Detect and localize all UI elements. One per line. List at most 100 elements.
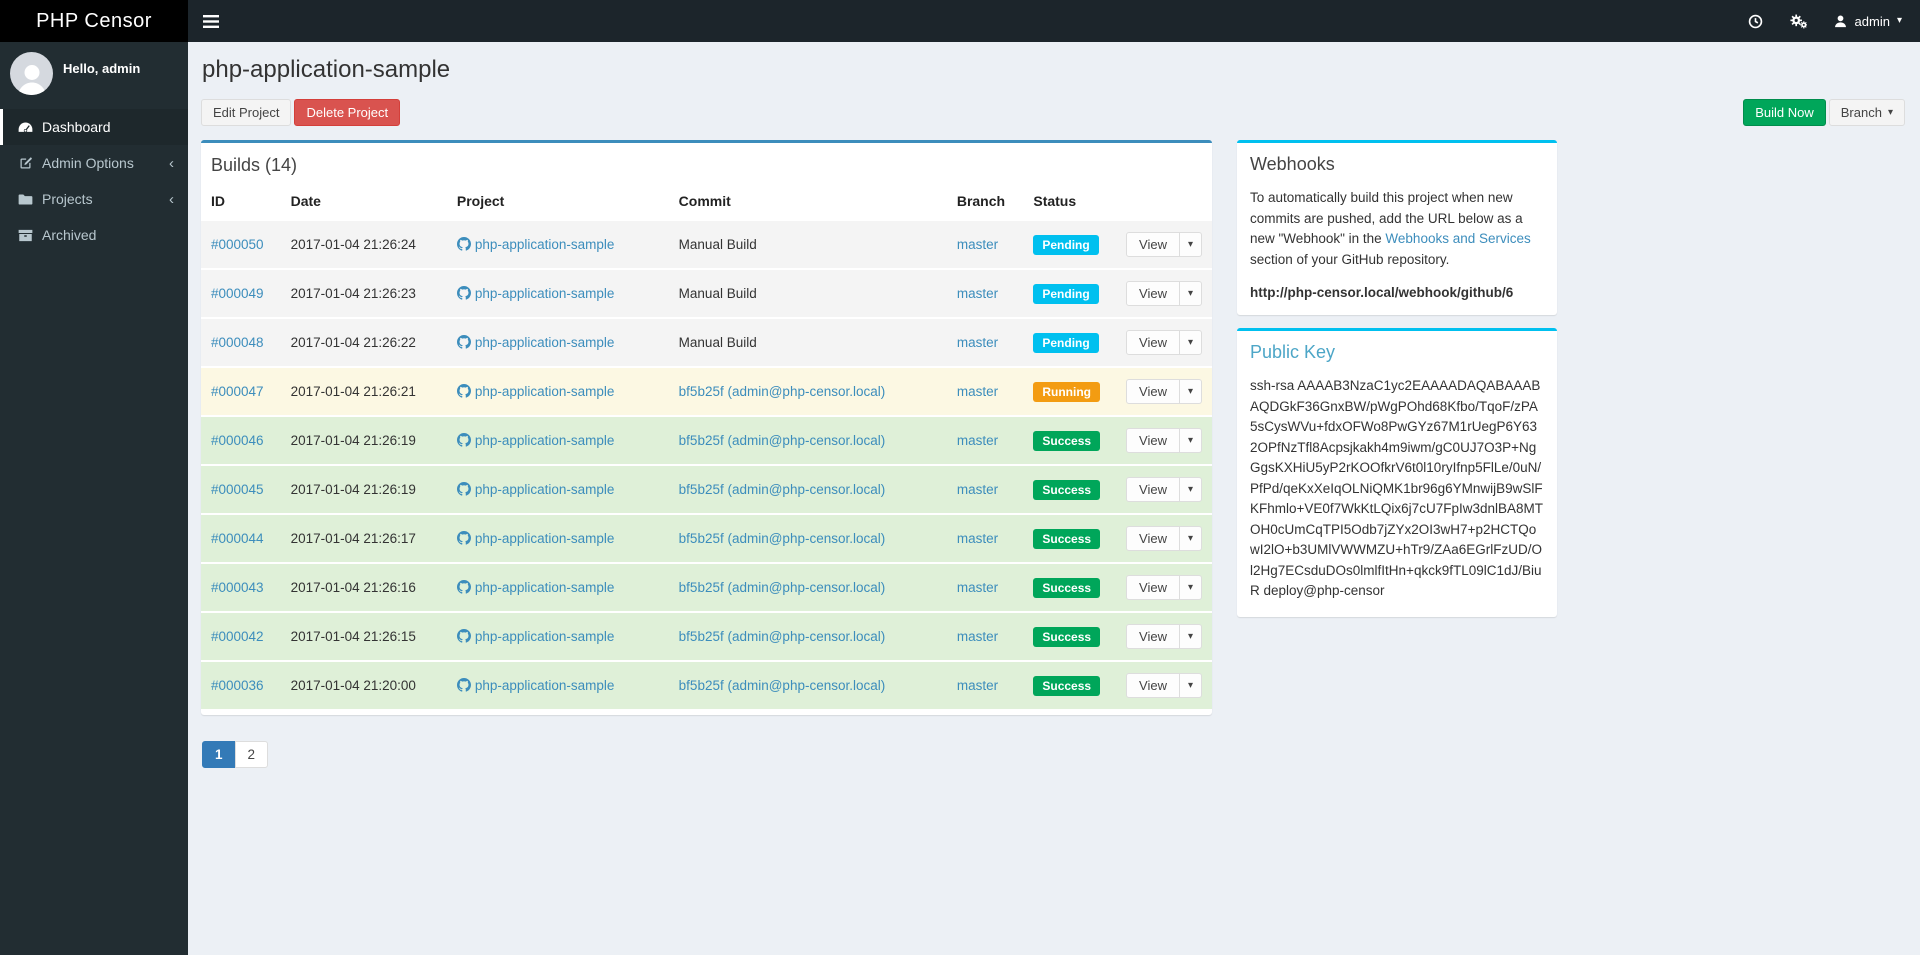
sidebar-item-admin-options[interactable]: Admin Options ‹ — [0, 145, 188, 181]
topbar: PHP Censor admin ▾ — [0, 0, 1920, 42]
build-branch-link[interactable]: master — [957, 678, 998, 693]
view-dropdown-button[interactable]: ▾ — [1179, 232, 1202, 257]
build-project-link[interactable]: php-application-sample — [456, 580, 614, 595]
build-commit-link[interactable]: bf5b25f (admin@php-censor.local) — [679, 433, 886, 448]
view-build-button[interactable]: View — [1126, 428, 1180, 453]
view-button-group: View ▾ — [1126, 232, 1202, 257]
build-timeline-button[interactable] — [1748, 14, 1763, 29]
view-dropdown-button[interactable]: ▾ — [1179, 575, 1202, 600]
build-id-link[interactable]: #000048 — [211, 335, 264, 350]
build-project-link[interactable]: php-application-sample — [456, 335, 614, 350]
view-build-button[interactable]: View — [1126, 232, 1180, 257]
main-content: php-application-sample Edit Project Dele… — [188, 42, 1920, 955]
branch-dropdown-button[interactable]: Branch ▾ — [1828, 99, 1905, 126]
navbar: admin ▾ — [188, 0, 1920, 42]
sidebar-item-projects[interactable]: Projects ‹ — [0, 181, 188, 217]
view-build-button[interactable]: View — [1126, 673, 1180, 698]
build-branch-link[interactable]: master — [957, 286, 998, 301]
view-dropdown-button[interactable]: ▾ — [1179, 477, 1202, 502]
build-row: #000036 2017-01-04 21:20:00 php-applicat… — [201, 660, 1212, 709]
view-build-button[interactable]: View — [1126, 526, 1180, 551]
build-project-link[interactable]: php-application-sample — [456, 629, 615, 644]
sidebar-toggle-button[interactable] — [188, 0, 234, 42]
column-header-status: Status — [1025, 189, 1119, 221]
build-branch-link[interactable]: master — [957, 531, 998, 546]
build-project-label: php-application-sample — [474, 678, 615, 693]
webhooks-services-link[interactable]: Webhooks and Services — [1385, 231, 1530, 246]
build-now-button[interactable]: Build Now — [1743, 99, 1826, 126]
build-status-badge: Running — [1033, 381, 1101, 402]
view-dropdown-button[interactable]: ▾ — [1179, 330, 1202, 355]
build-branch-link[interactable]: master — [957, 335, 998, 350]
view-button-group: View ▾ — [1126, 575, 1202, 600]
build-id-link[interactable]: #000044 — [211, 531, 264, 546]
chevron-left-icon: ‹ — [169, 154, 174, 172]
right-column: Webhooks To automatically build this pro… — [1237, 140, 1557, 617]
build-commit-link[interactable]: bf5b25f (admin@php-censor.local) — [679, 629, 886, 644]
build-date: 2017-01-04 21:26:19 — [290, 433, 416, 448]
view-button-group: View ▾ — [1126, 526, 1202, 551]
build-branch-link[interactable]: master — [957, 629, 998, 644]
view-dropdown-button[interactable]: ▾ — [1179, 526, 1202, 551]
build-commit-link[interactable]: bf5b25f (admin@php-censor.local) — [679, 384, 886, 399]
caret-down-icon: ▾ — [1187, 239, 1193, 250]
build-project-link[interactable]: php-application-sample — [456, 384, 614, 399]
build-commit-link[interactable]: bf5b25f (admin@php-censor.local) — [679, 678, 886, 693]
view-button-group: View ▾ — [1126, 379, 1202, 404]
build-id-link[interactable]: #000046 — [211, 433, 264, 448]
pagination-page-1[interactable]: 1 — [202, 741, 236, 768]
public-key-title: Public Key — [1250, 342, 1336, 363]
build-project-link[interactable]: php-application-sample — [456, 482, 615, 497]
build-id-link[interactable]: #000049 — [211, 286, 264, 301]
view-dropdown-button[interactable]: ▾ — [1179, 379, 1202, 404]
view-build-button[interactable]: View — [1126, 330, 1180, 355]
sidebar-menu: Dashboard Admin Options ‹ Projects ‹ Arc… — [0, 109, 188, 253]
build-project-label: php-application-sample — [474, 531, 615, 546]
folder-icon — [17, 193, 33, 206]
build-branch-link[interactable]: master — [957, 384, 998, 399]
build-project-label: php-application-sample — [474, 629, 615, 644]
build-commit-link[interactable]: bf5b25f (admin@php-censor.local) — [679, 482, 886, 497]
build-project-link[interactable]: php-application-sample — [456, 531, 615, 546]
build-commit-link[interactable]: bf5b25f (admin@php-censor.local) — [679, 580, 886, 595]
build-project-link[interactable]: php-application-sample — [456, 237, 614, 252]
view-dropdown-button[interactable]: ▾ — [1179, 624, 1202, 649]
view-dropdown-button[interactable]: ▾ — [1179, 673, 1202, 698]
view-build-button[interactable]: View — [1126, 575, 1180, 600]
build-commit-link[interactable]: bf5b25f (admin@php-censor.local) — [679, 531, 886, 546]
build-project-label: php-application-sample — [474, 482, 615, 497]
view-dropdown-button[interactable]: ▾ — [1179, 281, 1202, 306]
build-id-link[interactable]: #000043 — [211, 580, 264, 595]
build-id-link[interactable]: #000042 — [211, 629, 264, 644]
edit-project-button[interactable]: Edit Project — [201, 99, 292, 126]
webhooks-text-after: section of your GitHub repository. — [1250, 251, 1450, 267]
build-project-link[interactable]: php-application-sample — [456, 433, 614, 448]
pagination-page-2[interactable]: 2 — [234, 741, 269, 768]
delete-project-button[interactable]: Delete Project — [294, 99, 401, 126]
sidebar-item-archived[interactable]: Archived — [0, 217, 188, 253]
user-panel: Hello, admin — [0, 42, 188, 105]
view-dropdown-button[interactable]: ▾ — [1179, 428, 1202, 453]
view-build-button[interactable]: View — [1126, 477, 1180, 502]
build-branch-link[interactable]: master — [957, 580, 998, 595]
app-logo[interactable]: PHP Censor — [0, 0, 188, 42]
build-branch-link[interactable]: master — [957, 433, 998, 448]
view-build-button[interactable]: View — [1126, 379, 1180, 404]
caret-down-icon: ▾ — [1187, 337, 1193, 348]
build-status-badge: Success — [1033, 479, 1101, 500]
view-build-button[interactable]: View — [1126, 281, 1180, 306]
build-id-link[interactable]: #000047 — [211, 384, 264, 399]
build-id-link[interactable]: #000050 — [211, 237, 264, 252]
settings-button[interactable] — [1789, 13, 1807, 29]
build-project-link[interactable]: php-application-sample — [456, 678, 615, 693]
view-build-button[interactable]: View — [1126, 624, 1180, 649]
build-branch-link[interactable]: master — [957, 237, 998, 252]
build-id-link[interactable]: #000045 — [211, 482, 264, 497]
build-date: 2017-01-04 21:26:15 — [290, 629, 416, 644]
view-button-group: View ▾ — [1126, 624, 1202, 649]
sidebar-item-dashboard[interactable]: Dashboard — [0, 109, 188, 145]
build-branch-link[interactable]: master — [957, 482, 998, 497]
user-menu[interactable]: admin ▾ — [1833, 14, 1902, 29]
build-project-link[interactable]: php-application-sample — [456, 286, 614, 301]
build-id-link[interactable]: #000036 — [211, 678, 264, 693]
